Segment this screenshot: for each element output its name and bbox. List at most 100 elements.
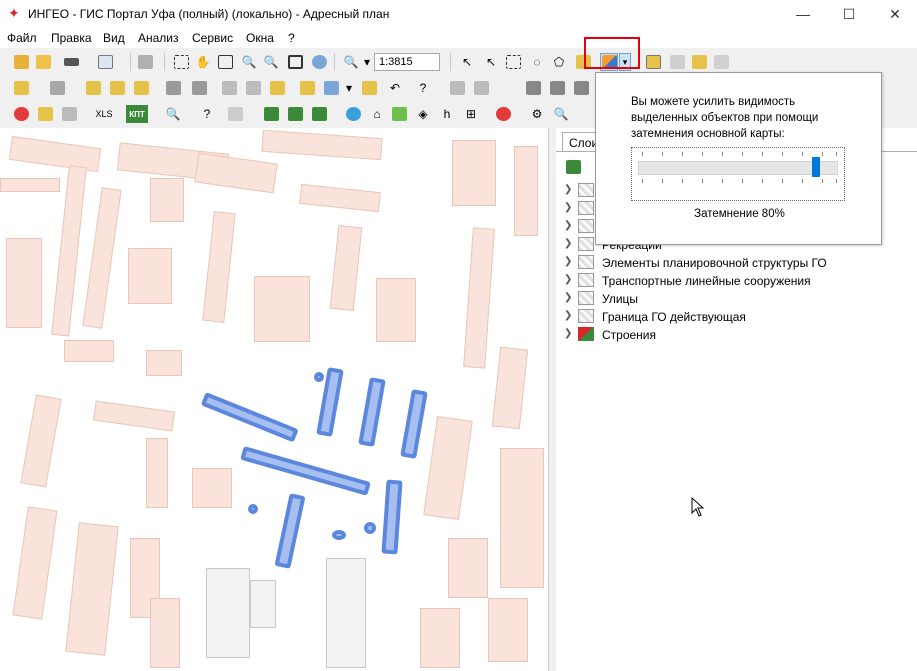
- document-search-icon[interactable]: [96, 53, 114, 71]
- delete-object-icon[interactable]: [164, 79, 182, 97]
- calc-icon[interactable]: [36, 105, 54, 123]
- zoom-rect-icon[interactable]: [216, 53, 234, 71]
- layer-icon: [578, 219, 594, 233]
- tree-item-label: Строения: [602, 328, 657, 342]
- merge-object-icon[interactable]: [268, 79, 286, 97]
- zoom-out-icon[interactable]: 🔍: [262, 53, 280, 71]
- selected-building[interactable]: [381, 479, 403, 555]
- selected-point[interactable]: [248, 504, 258, 514]
- report-icon[interactable]: [226, 105, 244, 123]
- measure-area-icon[interactable]: [472, 79, 490, 97]
- zoom-extent-icon[interactable]: [286, 53, 304, 71]
- kpt-button[interactable]: КПТ: [126, 105, 148, 123]
- undo-icon[interactable]: ↶: [386, 79, 404, 97]
- building: [500, 448, 544, 588]
- tree-item[interactable]: ❯ Транспортные линейные сооружения: [564, 272, 904, 290]
- polygon-select-icon[interactable]: ⬠: [550, 53, 568, 71]
- refresh-view-icon[interactable]: [310, 53, 328, 71]
- draw-polygon-icon[interactable]: [190, 79, 208, 97]
- lasso-select-icon[interactable]: ◌: [528, 53, 546, 71]
- slider-thumb[interactable]: [811, 157, 820, 177]
- menu-help[interactable]: ?: [288, 31, 295, 45]
- move-vertex-icon[interactable]: [220, 79, 238, 97]
- selected-building[interactable]: [274, 493, 306, 569]
- menu-windows[interactable]: Окна: [246, 31, 274, 45]
- tree-item[interactable]: ❯ Граница ГО действующая: [564, 308, 904, 326]
- table-icon[interactable]: [322, 79, 340, 97]
- height-icon[interactable]: h: [438, 105, 456, 123]
- building-grey: [206, 568, 250, 658]
- add-line-icon[interactable]: [132, 79, 150, 97]
- pointer-query-icon[interactable]: ↖: [482, 53, 500, 71]
- pointer-select-icon[interactable]: ↖: [458, 53, 476, 71]
- rect-select-icon[interactable]: [504, 53, 522, 71]
- darkening-slider[interactable]: [631, 147, 845, 201]
- menu-service[interactable]: Сервис: [192, 31, 233, 45]
- properties-icon[interactable]: [298, 79, 316, 97]
- add-red-icon[interactable]: [494, 105, 512, 123]
- help-pointer-icon[interactable]: ?: [414, 79, 432, 97]
- invert-selection-icon[interactable]: [668, 53, 686, 71]
- pan-hand-icon[interactable]: ✋: [194, 53, 212, 71]
- selected-building[interactable]: [240, 446, 371, 496]
- measure-icon[interactable]: [448, 79, 466, 97]
- tree-item[interactable]: ❯ Улицы: [564, 290, 904, 308]
- selected-building[interactable]: [400, 389, 428, 459]
- grid-icon[interactable]: ⊞: [462, 105, 480, 123]
- menu-edit[interactable]: Правка: [51, 31, 92, 45]
- menu-analysis[interactable]: Анализ: [138, 31, 179, 45]
- print-icon[interactable]: [136, 53, 154, 71]
- select-region-icon[interactable]: [172, 53, 190, 71]
- zoom-in-icon[interactable]: 🔍: [240, 53, 258, 71]
- add-point-icon[interactable]: [108, 79, 126, 97]
- layers-tool-icon[interactable]: [564, 158, 582, 176]
- selection-tool-icon[interactable]: [690, 53, 708, 71]
- selected-point[interactable]: [364, 522, 376, 534]
- selected-point[interactable]: [314, 372, 324, 382]
- map-view[interactable]: [0, 128, 549, 671]
- overlay-2-icon[interactable]: [548, 79, 566, 97]
- copy-object-icon[interactable]: [48, 79, 66, 97]
- percent-tool-icon[interactable]: [60, 105, 78, 123]
- overlay-3-icon[interactable]: [572, 79, 590, 97]
- no-entry-icon[interactable]: [12, 105, 30, 123]
- slider-track[interactable]: [638, 161, 838, 175]
- building-grey: [250, 580, 276, 628]
- attributes-icon[interactable]: [360, 79, 378, 97]
- overlay-icon[interactable]: [524, 79, 542, 97]
- xls-export-button[interactable]: XLS: [92, 105, 116, 123]
- scale-input[interactable]: [374, 53, 440, 71]
- building: [448, 538, 488, 598]
- diamond-icon[interactable]: ◈: [414, 105, 432, 123]
- route-icon[interactable]: [262, 105, 280, 123]
- home-icon[interactable]: ⌂: [368, 105, 386, 123]
- folder-icon[interactable]: [34, 53, 52, 71]
- search-icon[interactable]: 🔍: [164, 105, 182, 123]
- globe-icon[interactable]: [344, 105, 362, 123]
- tree-item[interactable]: ❯ Строения: [564, 326, 904, 344]
- clear-selection-icon[interactable]: [644, 53, 662, 71]
- selection-remove-icon[interactable]: [712, 53, 730, 71]
- menu-file[interactable]: Файл: [7, 31, 37, 45]
- settings-icon[interactable]: ⚙: [528, 105, 546, 123]
- query-icon[interactable]: ?: [198, 105, 216, 123]
- route-2-icon[interactable]: [286, 105, 304, 123]
- layers-stack-icon[interactable]: [62, 53, 80, 71]
- leaf-icon[interactable]: [390, 105, 408, 123]
- minimize-button[interactable]: —: [780, 0, 826, 28]
- zoom-object-icon[interactable]: 🔍: [552, 105, 570, 123]
- maximize-button[interactable]: ☐: [826, 0, 872, 28]
- darkening-popup: Вы можете усилить видимость выделенных о…: [595, 72, 882, 245]
- menu-view[interactable]: Вид: [103, 31, 125, 45]
- table-dropdown-icon[interactable]: ▾: [340, 79, 358, 97]
- tree-item[interactable]: ❯ Элементы планировочной структуры ГО: [564, 254, 904, 272]
- close-button[interactable]: ✕: [872, 0, 917, 28]
- route-3-icon[interactable]: [310, 105, 328, 123]
- split-object-icon[interactable]: [244, 79, 262, 97]
- selected-point[interactable]: [332, 530, 346, 540]
- edit-object-icon[interactable]: [12, 79, 30, 97]
- selected-building[interactable]: [358, 377, 386, 447]
- open-project-icon[interactable]: [12, 53, 30, 71]
- add-object-icon[interactable]: [84, 79, 102, 97]
- selected-building[interactable]: [200, 392, 299, 443]
